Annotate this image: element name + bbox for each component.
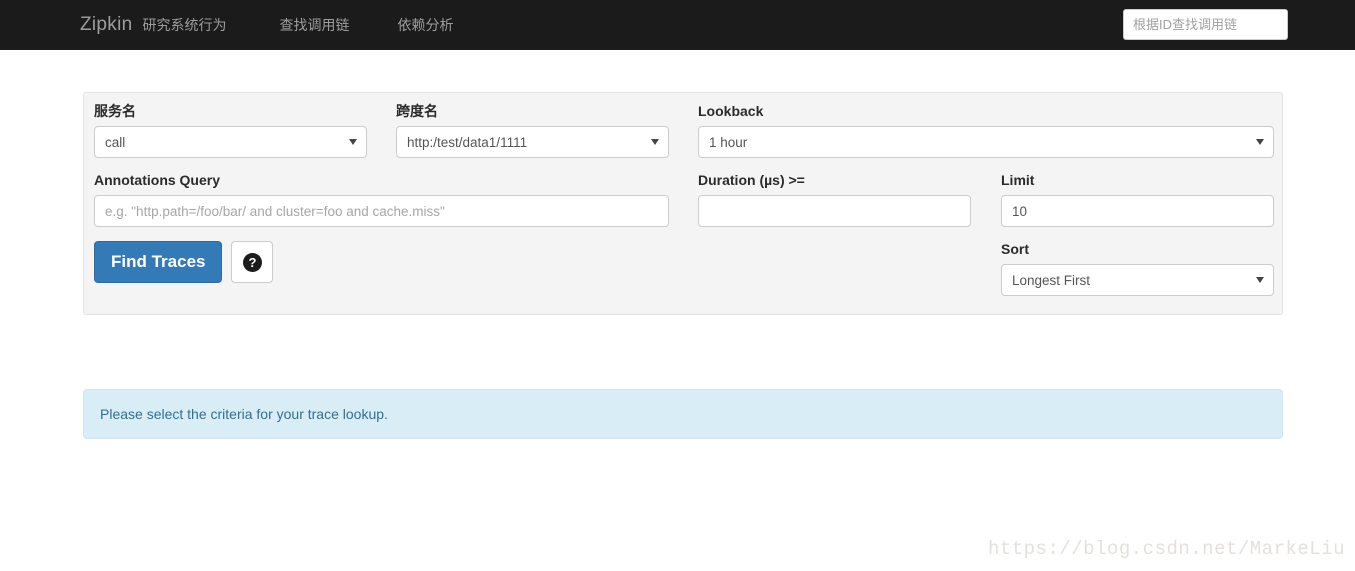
- limit-input[interactable]: [1001, 195, 1274, 227]
- info-alert-message: Please select the criteria for your trac…: [100, 406, 388, 422]
- service-name-label: 服务名: [94, 103, 136, 119]
- chevron-down-icon: [1256, 139, 1264, 145]
- sort-label: Sort: [1001, 241, 1029, 257]
- field-group-limit: Limit: [1001, 171, 1274, 227]
- info-alert: Please select the criteria for your trac…: [83, 389, 1283, 439]
- chevron-down-icon: [1256, 277, 1264, 283]
- field-group-annotations-query: Annotations Query: [94, 171, 669, 227]
- annotations-query-label: Annotations Query: [94, 172, 221, 188]
- duration-label: Duration (µs) >=: [698, 172, 805, 188]
- field-group-service-name: 服务名 call: [94, 102, 367, 158]
- field-group-span-name: 跨度名 http:/test/data1/1111: [396, 102, 669, 158]
- sort-select[interactable]: Longest First: [1001, 264, 1274, 296]
- field-group-sort: Sort Longest First: [1001, 240, 1274, 296]
- nav-link-dependencies[interactable]: 依赖分析: [382, 0, 468, 50]
- field-group-lookback: Lookback 1 hour: [698, 102, 1274, 158]
- chevron-down-icon: [349, 139, 357, 145]
- nav-link-find-traces[interactable]: 查找调用链: [264, 0, 364, 50]
- sort-value: Longest First: [1012, 272, 1091, 288]
- lookback-label: Lookback: [698, 103, 764, 119]
- brand-logo-zipkin[interactable]: Zipkin: [80, 0, 132, 50]
- trace-id-search-input[interactable]: [1123, 9, 1288, 40]
- form-actions: Find Traces ?: [94, 241, 274, 283]
- find-traces-button[interactable]: Find Traces: [94, 241, 223, 283]
- brand-subtitle: 研究系统行为: [142, 17, 227, 33]
- field-group-duration: Duration (µs) >=: [698, 171, 971, 227]
- watermark-text: https://blog.csdn.net/MarkeLiu: [987, 538, 1345, 560]
- search-criteria-panel: 服务名 call 跨度名 http:/test/data1/1111 Lookb…: [83, 92, 1283, 315]
- service-name-value: call: [105, 134, 126, 150]
- chevron-down-icon: [651, 139, 659, 145]
- span-name-label: 跨度名: [396, 103, 438, 119]
- help-button[interactable]: ?: [231, 241, 274, 283]
- annotations-query-input[interactable]: [94, 195, 669, 227]
- lookback-value: 1 hour: [709, 134, 748, 150]
- top-navbar: Zipkin 研究系统行为 查找调用链 依赖分析: [0, 0, 1355, 50]
- duration-input[interactable]: [698, 195, 971, 227]
- span-name-select[interactable]: http:/test/data1/1111: [396, 126, 669, 158]
- lookback-select[interactable]: 1 hour: [698, 126, 1274, 158]
- question-mark-icon: ?: [242, 252, 262, 272]
- service-name-select[interactable]: call: [94, 126, 367, 158]
- limit-label: Limit: [1001, 172, 1035, 188]
- navbar-links: 查找调用链 依赖分析: [264, 0, 468, 50]
- span-name-value: http:/test/data1/1111: [407, 134, 528, 150]
